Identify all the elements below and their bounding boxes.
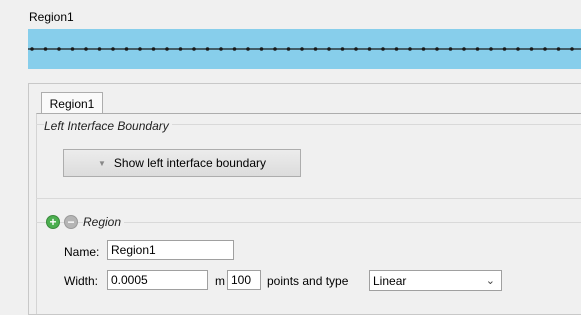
region-group-label: Region	[83, 215, 125, 229]
mesh-node	[394, 47, 399, 51]
mesh-node	[489, 47, 493, 51]
chevron-down-icon: ⌄	[485, 275, 495, 287]
points-type-label: points and type	[267, 274, 349, 288]
mesh-node	[138, 47, 142, 51]
show-left-interface-button[interactable]: ▼ Show left interface boundary	[63, 149, 301, 177]
show-left-interface-button-label: Show left interface boundary	[113, 156, 266, 170]
mesh-node	[340, 47, 345, 51]
plus-circle-icon[interactable]: +	[46, 215, 60, 229]
width-label: Width:	[64, 274, 99, 288]
tab-region1[interactable]: Region1	[41, 92, 103, 114]
mesh-node	[192, 47, 196, 51]
minus-circle-icon[interactable]: −	[64, 215, 78, 229]
mesh-node	[448, 47, 453, 51]
mesh-node	[435, 47, 439, 51]
mesh-node	[259, 47, 264, 51]
mesh-node	[70, 47, 75, 51]
mesh-node	[556, 47, 561, 51]
mesh-line-graphic	[28, 47, 581, 51]
mesh-node	[111, 47, 115, 51]
mesh-node	[408, 47, 412, 51]
name-input[interactable]	[107, 240, 234, 260]
width-input[interactable]	[107, 270, 208, 290]
mesh-node	[84, 47, 88, 51]
mesh-node	[232, 47, 237, 51]
mesh-node	[30, 47, 34, 51]
mesh-node	[462, 47, 466, 51]
mesh-node	[529, 47, 534, 51]
mesh-node	[178, 47, 183, 51]
mesh-node	[313, 47, 318, 51]
width-unit-label: m	[215, 274, 225, 288]
mesh-node	[219, 47, 223, 51]
mesh-node	[124, 47, 129, 51]
mesh-node	[165, 47, 169, 51]
region-title: Region1	[29, 10, 74, 24]
mesh-node	[543, 47, 547, 51]
mesh-node	[367, 47, 372, 51]
mesh-node	[300, 47, 304, 51]
mesh-preview	[28, 29, 581, 69]
type-select[interactable]: Linear ⌄	[369, 270, 502, 291]
mesh-node	[286, 47, 291, 51]
mesh-node	[421, 47, 426, 51]
triangle-down-icon: ▼	[97, 158, 106, 168]
mesh-node	[327, 47, 331, 51]
type-select-value: Linear	[373, 273, 407, 288]
mesh-node	[475, 47, 480, 51]
mesh-node	[246, 47, 250, 51]
mesh-node	[381, 47, 385, 51]
mesh-node	[516, 47, 520, 51]
left-interface-group-label: Left Interface Boundary	[44, 119, 172, 133]
mesh-node	[151, 47, 156, 51]
mesh-node	[354, 47, 358, 51]
mesh-node	[502, 47, 507, 51]
mesh-node	[57, 47, 61, 51]
mesh-node	[570, 47, 574, 51]
mesh-node	[205, 47, 210, 51]
mesh-node	[43, 47, 48, 51]
mesh-node	[273, 47, 277, 51]
points-input[interactable]	[227, 270, 261, 290]
mesh-node	[97, 47, 102, 51]
name-label: Name:	[64, 245, 100, 259]
